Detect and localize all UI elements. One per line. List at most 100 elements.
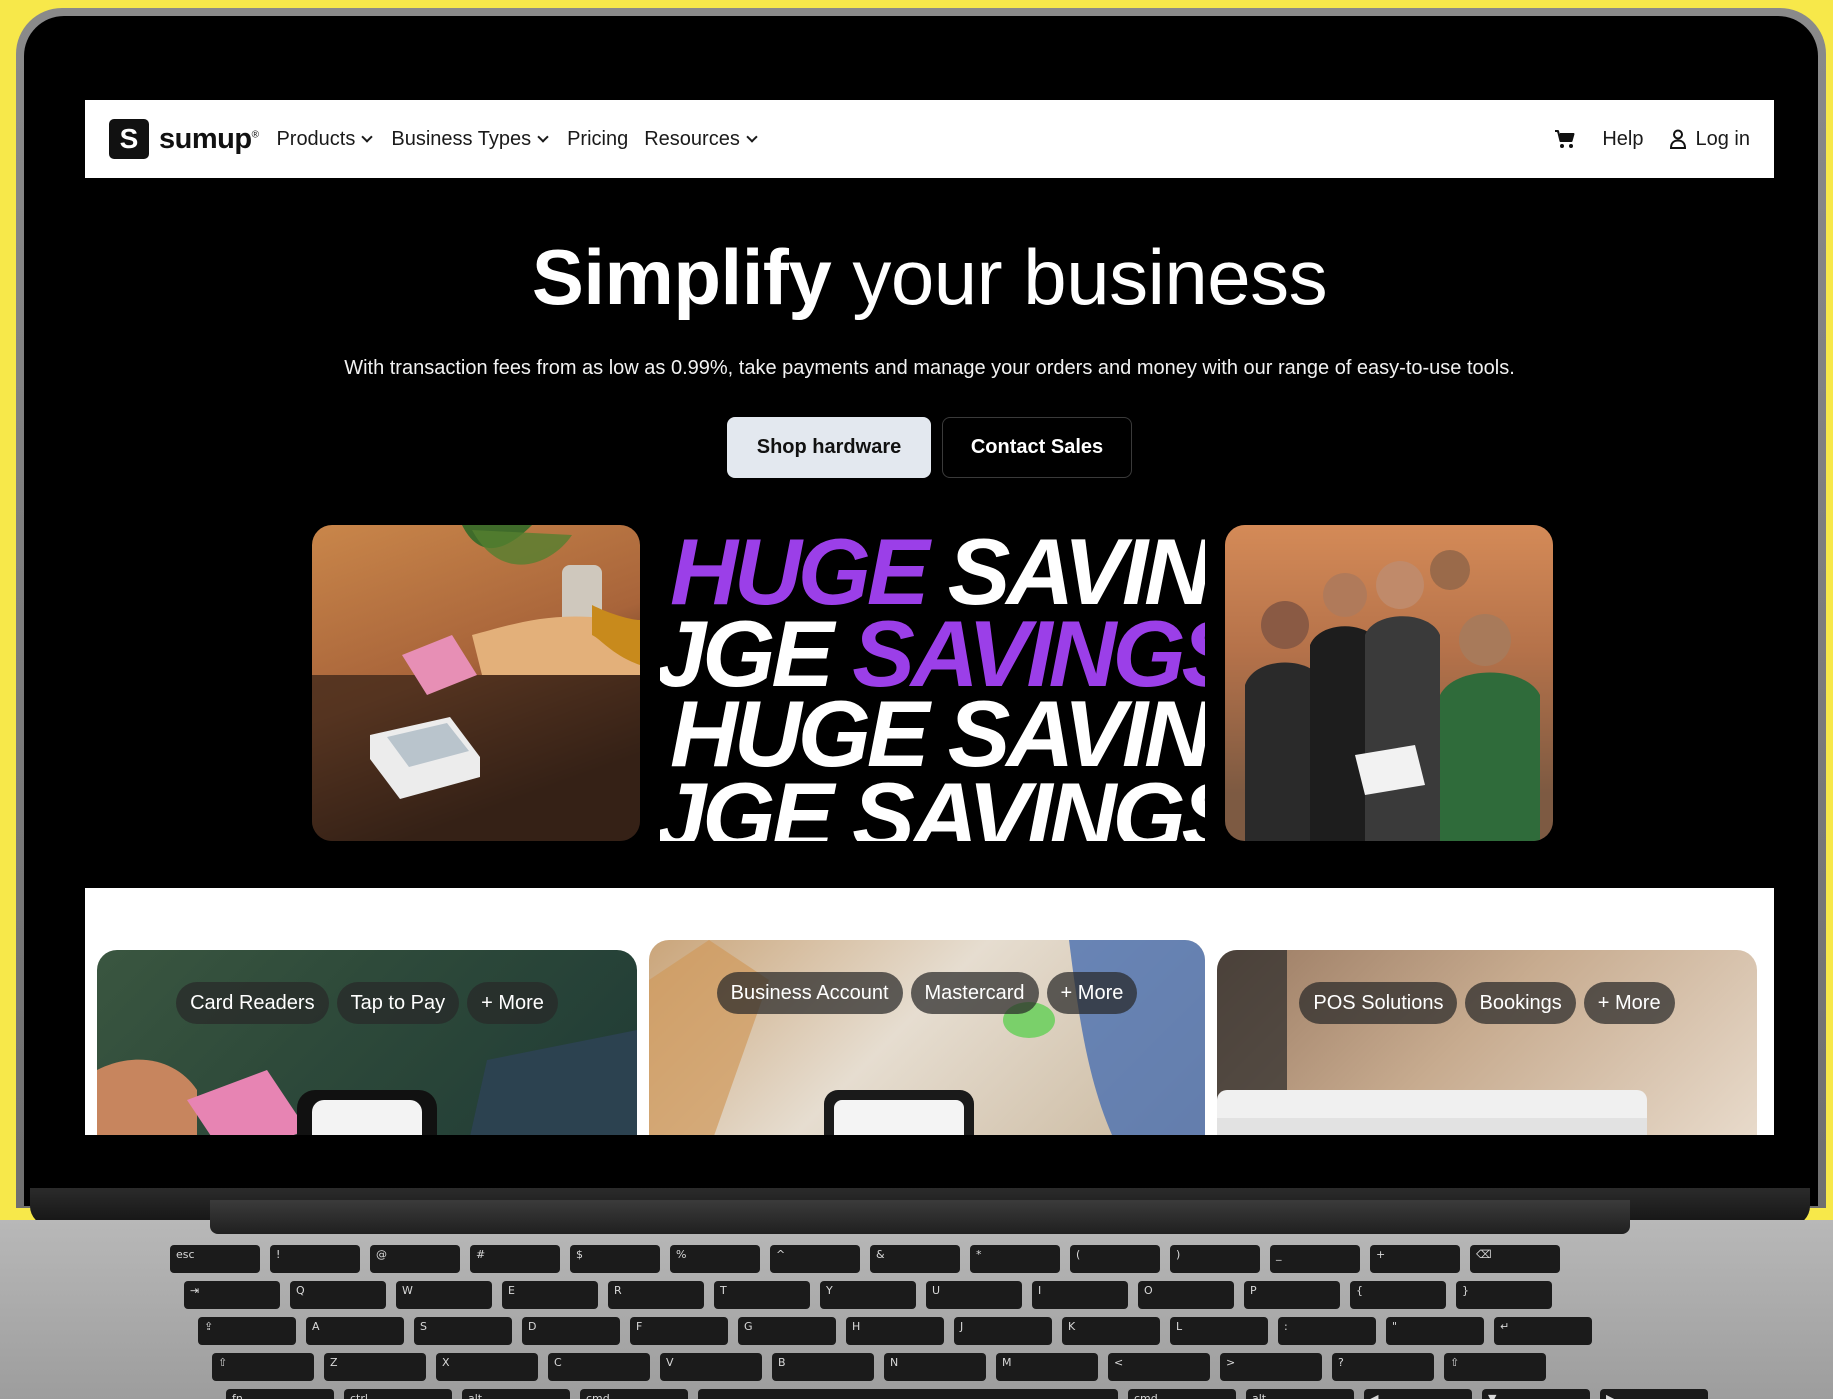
login-button[interactable]: Log in [1669,127,1751,151]
keyboard-key: { [1350,1281,1446,1309]
pill-business-account[interactable]: Business Account [716,972,903,1014]
keyboard-key: ctrl [344,1389,452,1399]
keyboard-key: esc [170,1245,260,1273]
card-2-pills: Business Account Mastercard + More [649,972,1205,1014]
product-card-banking[interactable]: Business Account Mastercard + More [649,940,1205,1135]
keyboard-key: M [996,1353,1098,1381]
keyboard-row: esc! @ # $% ^ & * () _ + ⌫ [170,1245,1730,1273]
keyboard-key: ◀ [1364,1389,1472,1399]
card-reader-photo [312,525,640,841]
login-label: Log in [1695,127,1751,150]
promo-banner-row: HUGE SAVIN( JGE SAVINGS HUGE SAVIN( JGE … [312,525,1553,841]
keyboard-key: ⇧ [1444,1353,1546,1381]
keyboard-row: ⇧ Z X C V B N M < >? ⇧ [170,1353,1730,1381]
pill-bookings[interactable]: Bookings [1465,982,1576,1024]
keyboard-key: E [502,1281,598,1309]
keyboard-key: V [660,1353,762,1381]
nav-pricing[interactable]: Pricing [567,128,628,151]
keyboard-key: C [548,1353,650,1381]
keyboard-key: H [846,1317,944,1345]
keyboard-key: fn [226,1389,334,1399]
keyboard-key: ↵ [1494,1317,1592,1345]
keyboard-key: Y [820,1281,916,1309]
keyboard-key: alt [462,1389,570,1399]
shop-hardware-button[interactable]: Shop hardware [727,417,931,478]
pill-tap-to-pay[interactable]: Tap to Pay [336,982,460,1024]
keyboard-key: Q [290,1281,386,1309]
keyboard-key: ) [1170,1245,1260,1273]
pill-mastercard[interactable]: Mastercard [910,972,1039,1014]
hero-subtitle: With transaction fees from as low as 0.9… [344,357,1515,379]
keyboard-key: K [1062,1317,1160,1345]
sumup-logo[interactable]: S sumup® [109,119,259,159]
nav-resources[interactable]: Resources [644,127,758,151]
top-navbar: S sumup® Products Business Types Pricing… [85,100,1774,178]
hero-title: Simplify your business [85,232,1774,323]
keyboard-key: ▶ [1600,1389,1708,1399]
keyboard-key: * [970,1245,1060,1273]
nav-business-types[interactable]: Business Types [391,127,549,151]
pill-more[interactable]: + More [467,982,558,1024]
keyboard-key: ⇥ [184,1281,280,1309]
keyboard-key: B [772,1353,874,1381]
keyboard-key: F [630,1317,728,1345]
keyboard-key: : [1278,1317,1376,1345]
keyboard-row: fn ctrl alt cmd cmd alt ◀ ▼ ▶ [170,1389,1730,1399]
keyboard-key: J [954,1317,1052,1345]
keyboard-key: ^ [770,1245,860,1273]
keyboard-key: ? [1332,1353,1434,1381]
pill-more[interactable]: + More [1046,972,1138,1014]
pill-card-readers[interactable]: Card Readers [176,982,329,1024]
contact-sales-button[interactable]: Contact Sales [942,417,1132,478]
keyboard-key: G [738,1317,836,1345]
keyboard-key: alt [1246,1389,1354,1399]
cart-icon[interactable] [1554,129,1576,149]
card-3-pills: POS Solutions Bookings + More [1217,982,1757,1024]
nav-label: Pricing [567,127,629,150]
keyboard-key [698,1389,1118,1399]
nav-label: Products [276,127,356,150]
keyboard-key: ⌫ [1470,1245,1560,1273]
keyboard-key: ! [270,1245,360,1273]
logo-text: sumup [159,122,252,155]
keyboard-row: ⇪ A S D F G H J K L: " ↵ [170,1317,1730,1345]
savings-word: JGE [660,763,834,842]
product-categories-band: Card Readers Tap to Pay + More Business … [85,888,1774,1135]
product-card-pos[interactable]: POS Solutions Bookings + More [1217,950,1757,1135]
keyboard-key: @ [370,1245,460,1273]
keyboard-key: " [1386,1317,1484,1345]
keyboard-key: % [670,1245,760,1273]
nav-products[interactable]: Products [276,127,374,151]
registered-mark: ® [251,128,259,140]
keyboard-key: T [714,1281,810,1309]
keyboard-key: ( [1070,1245,1160,1273]
savings-word: SAVINGS [852,763,1205,842]
keyboard-key: P [1244,1281,1340,1309]
keyboard-key: N [884,1353,986,1381]
pill-pos-solutions[interactable]: POS Solutions [1299,982,1458,1024]
keyboard-key: $ [570,1245,660,1273]
keyboard-key: cmd [580,1389,688,1399]
keyboard-key: Z [324,1353,426,1381]
chevron-down-icon [746,130,758,143]
product-card-payments[interactable]: Card Readers Tap to Pay + More [97,950,637,1135]
keyboard-key: # [470,1245,560,1273]
savings-line-4: JGE SAVINGS [660,769,1205,842]
keyboard-key: D [522,1317,620,1345]
keyboard: esc! @ # $% ^ & * () _ + ⌫ ⇥ Q W E R T Y U I O P {} ⇪ A S D F G H J K L:… [170,1245,1730,1399]
huge-savings-banner: HUGE SAVIN( JGE SAVINGS HUGE SAVIN( JGE … [660,525,1205,841]
keyboard-key: L [1170,1317,1268,1345]
keyboard-key: ▼ [1482,1389,1590,1399]
hero-title-bold: Simplify [531,233,832,321]
nav-label: Resources [644,127,740,150]
nav-label: Business Types [391,127,532,150]
keyboard-key: ⇧ [212,1353,314,1381]
keyboard-key: < [1108,1353,1210,1381]
help-link[interactable]: Help [1602,128,1643,151]
pill-more[interactable]: + More [1583,982,1675,1024]
keyboard-key: X [436,1353,538,1381]
keyboard-key: } [1456,1281,1552,1309]
keyboard-row: ⇥ Q W E R T Y U I O P {} [170,1281,1730,1309]
card-1-pills: Card Readers Tap to Pay + More [97,982,637,1024]
keyboard-key: U [926,1281,1022,1309]
